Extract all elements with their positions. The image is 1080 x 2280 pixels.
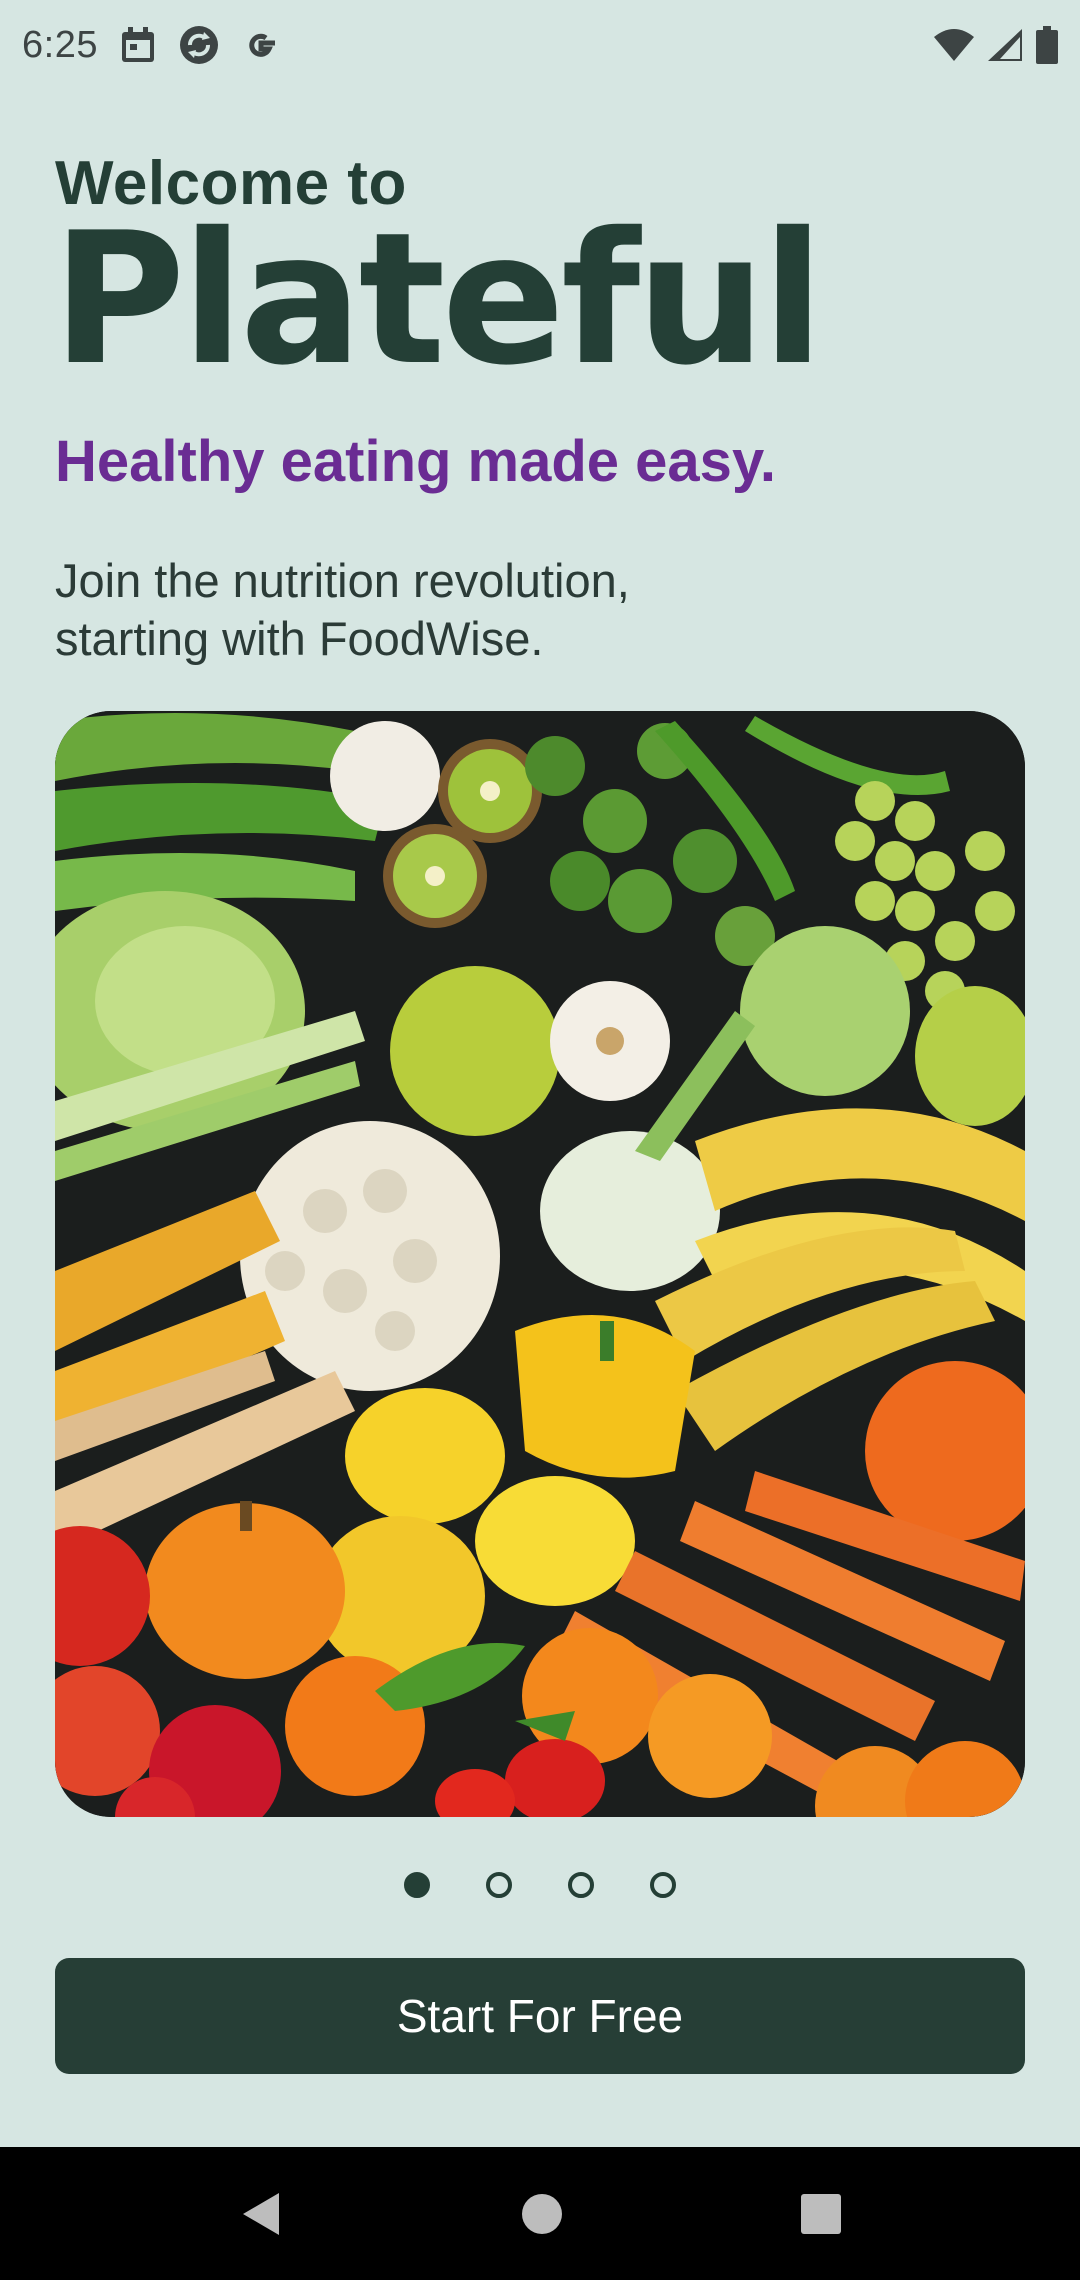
navigation-bar xyxy=(0,2147,1080,2280)
home-icon[interactable] xyxy=(521,2193,563,2235)
sync-icon xyxy=(178,24,220,66)
page-dot-3[interactable] xyxy=(568,1872,594,1898)
back-icon[interactable] xyxy=(239,2191,283,2237)
hero-image xyxy=(55,711,1025,1817)
page-dot-1[interactable] xyxy=(404,1872,430,1898)
battery-icon xyxy=(1036,26,1058,64)
wifi-icon xyxy=(934,29,974,61)
page-dot-4[interactable] xyxy=(650,1872,676,1898)
intro-line-1: Join the nutrition revolution, xyxy=(55,554,630,607)
recents-icon[interactable] xyxy=(801,2193,841,2234)
google-icon xyxy=(242,26,280,64)
intro-line-2: starting with FoodWise. xyxy=(55,612,544,665)
tagline: Healthy eating made easy. xyxy=(55,429,777,494)
brand-title: Plateful xyxy=(52,193,824,405)
signal-icon xyxy=(988,29,1022,61)
status-right xyxy=(934,26,1058,64)
page-dot-2[interactable] xyxy=(486,1872,512,1898)
page-indicator xyxy=(0,1872,1080,1898)
calendar-icon xyxy=(120,26,156,64)
status-bar: 6:25 xyxy=(0,0,1080,90)
status-time: 6:25 xyxy=(22,23,98,66)
status-left: 6:25 xyxy=(22,24,280,67)
start-for-free-button[interactable]: Start For Free xyxy=(55,1958,1025,2074)
intro-text: Join the nutrition revolution, starting … xyxy=(55,552,815,668)
